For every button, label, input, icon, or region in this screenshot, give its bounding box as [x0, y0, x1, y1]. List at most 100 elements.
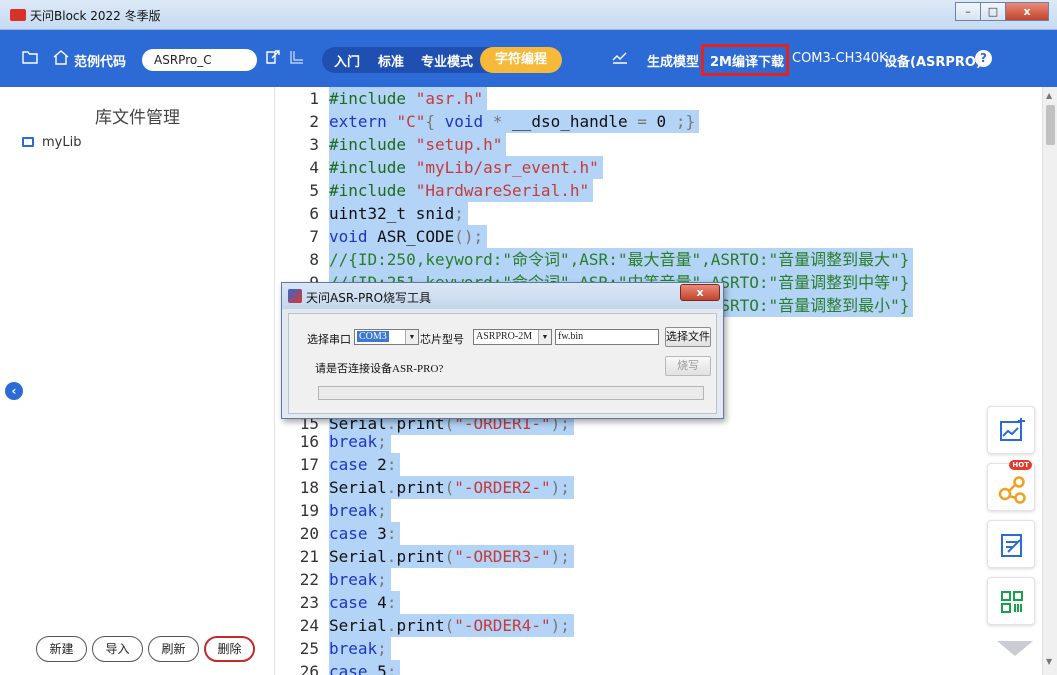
port-select[interactable]: COM3 ▼	[354, 329, 419, 345]
export-icon[interactable]	[266, 50, 281, 68]
maximize-button[interactable]: □	[980, 2, 1006, 21]
code-token: {	[425, 112, 445, 131]
generate-model-button[interactable]: 生成模型	[647, 51, 699, 70]
code-line[interactable]: 2 extern "C"{ void * __dso_handle = 0 ;}	[276, 110, 1042, 133]
code-line[interactable]: 24 Serial.print("-ORDER4-");	[276, 614, 1042, 637]
share-tool[interactable]: HOT	[987, 460, 1035, 511]
line-number: 17	[299, 455, 319, 474]
library-item-label: myLib	[42, 135, 82, 150]
library-panel: 库文件管理 myLib	[0, 87, 275, 675]
code-token: :	[386, 455, 397, 474]
code-token: case	[329, 593, 378, 612]
dropdown-arrow-icon: ▼	[405, 330, 418, 344]
device-selector[interactable]: 设备(ASRPRO)	[884, 51, 982, 70]
firmware-file-field[interactable]: fw.bin	[555, 329, 659, 345]
code-token: .	[386, 478, 397, 497]
library-item-mylib[interactable]: myLib	[22, 135, 81, 150]
project-name-field[interactable]: ASRPro_C	[142, 49, 257, 71]
code-line[interactable]: 19 break;	[276, 499, 1042, 522]
code-text: Serial.print("-ORDER2-");	[329, 476, 574, 499]
open-folder-icon[interactable]	[22, 50, 38, 68]
home-icon[interactable]	[53, 50, 69, 69]
burn-tool-dialog: 天问ASR-PRO烧写工具 x 选择串口 COM3 ▼ 芯片型号 ASRPRO-…	[281, 282, 724, 419]
line-number: 18	[299, 478, 319, 497]
line-number: 20	[299, 524, 319, 543]
note-tool[interactable]	[987, 520, 1035, 568]
main-toolbar: 范例代码 ASRPro_C 入门 标准 专业模式 字符编程 生成模型 2M编译下…	[0, 30, 1057, 87]
app-logo-icon	[10, 9, 26, 21]
import-icon[interactable]	[290, 50, 304, 68]
editor-scrollbar[interactable]: ▲ ▼	[1042, 87, 1057, 675]
code-line[interactable]: 3 #include "setup.h"	[276, 133, 1042, 156]
scroll-thumb[interactable]	[1046, 105, 1055, 145]
code-line[interactable]: 8 //{ID:250,keyword:"命令词",ASR:"最大音量",ASRT…	[276, 248, 1042, 271]
code-token: 2	[377, 455, 387, 474]
code-text: Serial.print("-ORDER4-");	[329, 614, 574, 637]
mode-standard-tab[interactable]: 标准	[378, 51, 404, 70]
mode-text-programming-tab[interactable]: 字符编程	[480, 47, 562, 73]
code-token: *	[492, 112, 513, 131]
code-line[interactable]: 21 Serial.print("-ORDER3-");	[276, 545, 1042, 568]
dropdown-arrow-icon: ▼	[538, 330, 551, 344]
mode-beginner-tab[interactable]: 入门	[334, 51, 360, 70]
chart-edit-tool[interactable]	[987, 406, 1035, 454]
library-title: 库文件管理	[95, 108, 180, 128]
qrcode-tool[interactable]	[987, 577, 1035, 625]
chart-icon[interactable]	[612, 50, 628, 68]
code-token: :	[386, 662, 397, 675]
line-number: 19	[299, 501, 319, 520]
help-icon[interactable]: ?	[975, 50, 992, 67]
code-token: );	[550, 616, 570, 635]
sample-code-button[interactable]: 范例代码	[74, 51, 126, 70]
code-line[interactable]: 5 #include "HardwareSerial.h"	[276, 179, 1042, 202]
delete-button[interactable]: 删除	[204, 636, 255, 662]
code-line[interactable]: 20 case 3:	[276, 522, 1042, 545]
import-button[interactable]: 导入	[92, 636, 143, 662]
scroll-down-icon[interactable]: ▼	[1046, 657, 1052, 666]
code-text: void ASR_CODE();	[329, 225, 488, 248]
code-line[interactable]: 18 Serial.print("-ORDER2-");	[276, 476, 1042, 499]
close-button[interactable]: x	[1005, 2, 1049, 21]
code-token: Serial	[329, 547, 387, 566]
code-line[interactable]: 17 case 2:	[276, 453, 1042, 476]
code-line[interactable]: 6 uint32_t snid;	[276, 202, 1042, 225]
mode-professional-tab[interactable]: 专业模式	[421, 51, 473, 70]
code-token: (	[444, 478, 455, 497]
choose-file-button[interactable]: 选择文件	[665, 327, 711, 347]
code-text: break;	[329, 637, 391, 660]
scroll-up-icon[interactable]: ▲	[1046, 91, 1052, 100]
code-line[interactable]: 22 break;	[276, 568, 1042, 591]
serial-port-selector[interactable]: COM3-CH340K	[792, 51, 888, 66]
code-token: break	[329, 501, 378, 520]
code-line[interactable]: 1 #include "asr.h"	[276, 87, 1042, 110]
code-line[interactable]: 4 #include "myLib/asr_event.h"	[276, 156, 1042, 179]
code-text: uint32_t snid;	[329, 202, 468, 225]
code-line[interactable]: 25 break;	[276, 637, 1042, 660]
dialog-close-button[interactable]: x	[680, 284, 720, 301]
code-token: Serial	[329, 478, 387, 497]
collapse-panel-button[interactable]: ‹	[5, 382, 23, 400]
line-number: 23	[299, 593, 319, 612]
dialog-titlebar[interactable]: 天问ASR-PRO烧写工具 x	[282, 283, 723, 309]
code-token: Serial	[329, 616, 387, 635]
code-line[interactable]: 16 break;	[276, 430, 1042, 453]
code-token: ;	[377, 501, 387, 520]
new-button[interactable]: 新建	[36, 636, 87, 662]
float-tools-toggle[interactable]	[997, 641, 1033, 656]
code-token: uint32_t snid	[329, 204, 455, 223]
compile-download-button[interactable]: 2M编译下载	[710, 51, 784, 70]
note-icon	[1001, 534, 1022, 557]
dialog-title: 天问ASR-PRO烧写工具	[306, 291, 432, 305]
chip-select[interactable]: ASRPRO-2M ▼	[473, 329, 552, 345]
refresh-button[interactable]: 刷新	[148, 636, 199, 662]
code-token: #include	[329, 135, 416, 154]
code-text: case 3:	[329, 522, 401, 545]
code-line[interactable]: 7 void ASR_CODE();	[276, 225, 1042, 248]
code-line[interactable]: 23 case 4:	[276, 591, 1042, 614]
code-line[interactable]: 26 case 5:	[276, 660, 1042, 675]
code-token: ASR_CODE	[377, 227, 455, 246]
burn-button[interactable]: 烧写	[665, 356, 711, 376]
minimize-button[interactable]: –	[955, 2, 981, 21]
code-token: (	[444, 547, 455, 566]
line-number: 4	[309, 158, 319, 177]
